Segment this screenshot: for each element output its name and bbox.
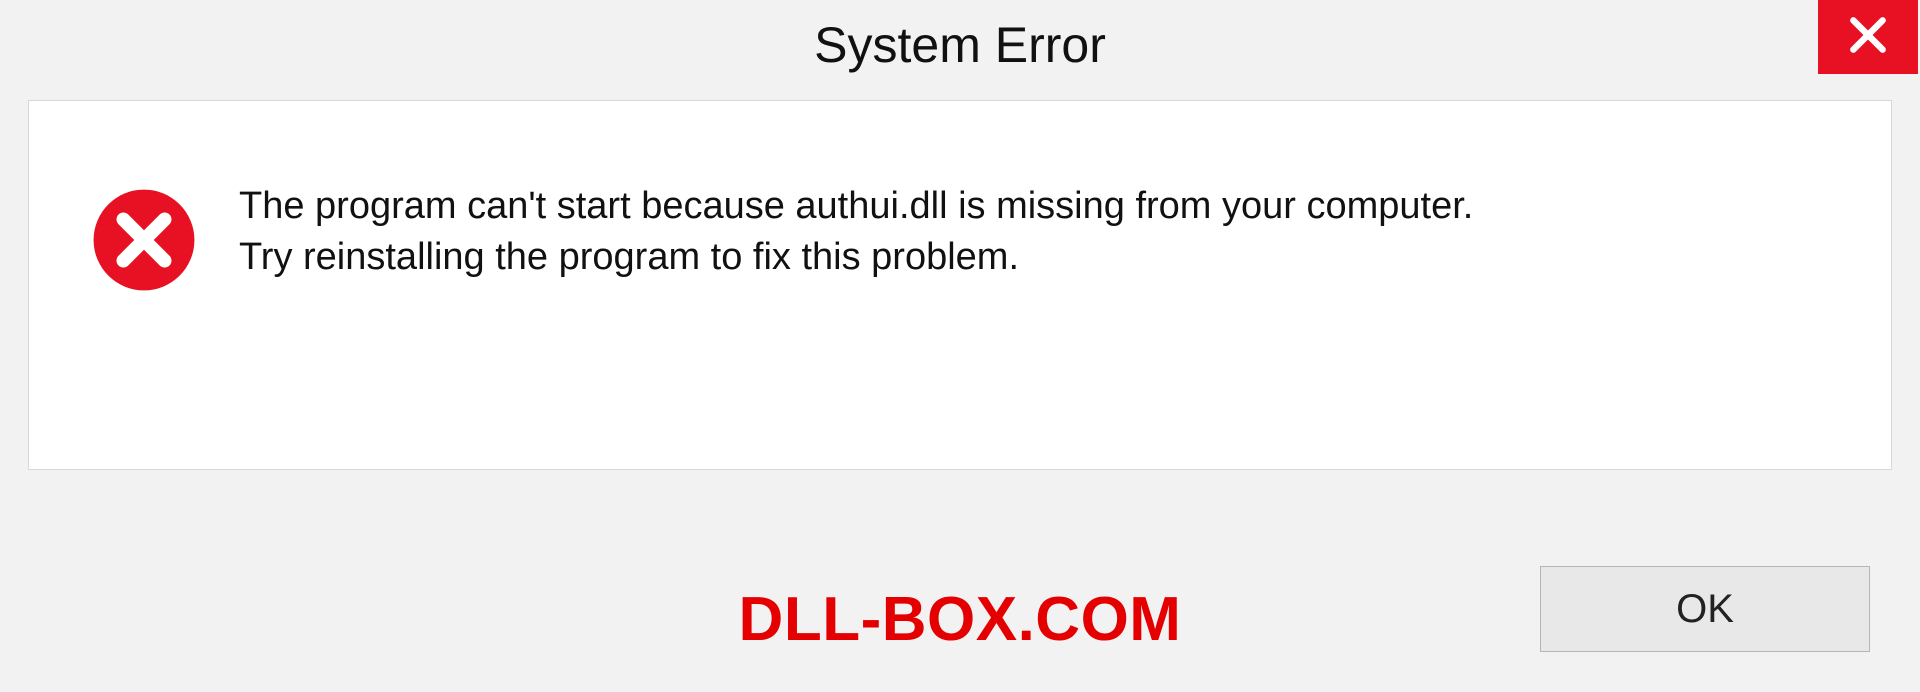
titlebar: System Error: [0, 0, 1920, 90]
message-line-2: Try reinstalling the program to fix this…: [239, 232, 1831, 283]
watermark-text: DLL-BOX.COM: [739, 584, 1182, 655]
close-icon: [1846, 13, 1890, 62]
content-panel: The program can't start because authui.d…: [28, 100, 1892, 470]
error-icon: [89, 185, 199, 300]
window-title: System Error: [814, 16, 1106, 74]
ok-button[interactable]: OK: [1540, 566, 1870, 652]
error-message: The program can't start because authui.d…: [239, 181, 1831, 284]
close-button[interactable]: [1818, 0, 1918, 74]
message-line-1: The program can't start because authui.d…: [239, 181, 1831, 232]
footer: DLL-BOX.COM OK: [0, 566, 1920, 672]
ok-button-label: OK: [1676, 587, 1734, 632]
